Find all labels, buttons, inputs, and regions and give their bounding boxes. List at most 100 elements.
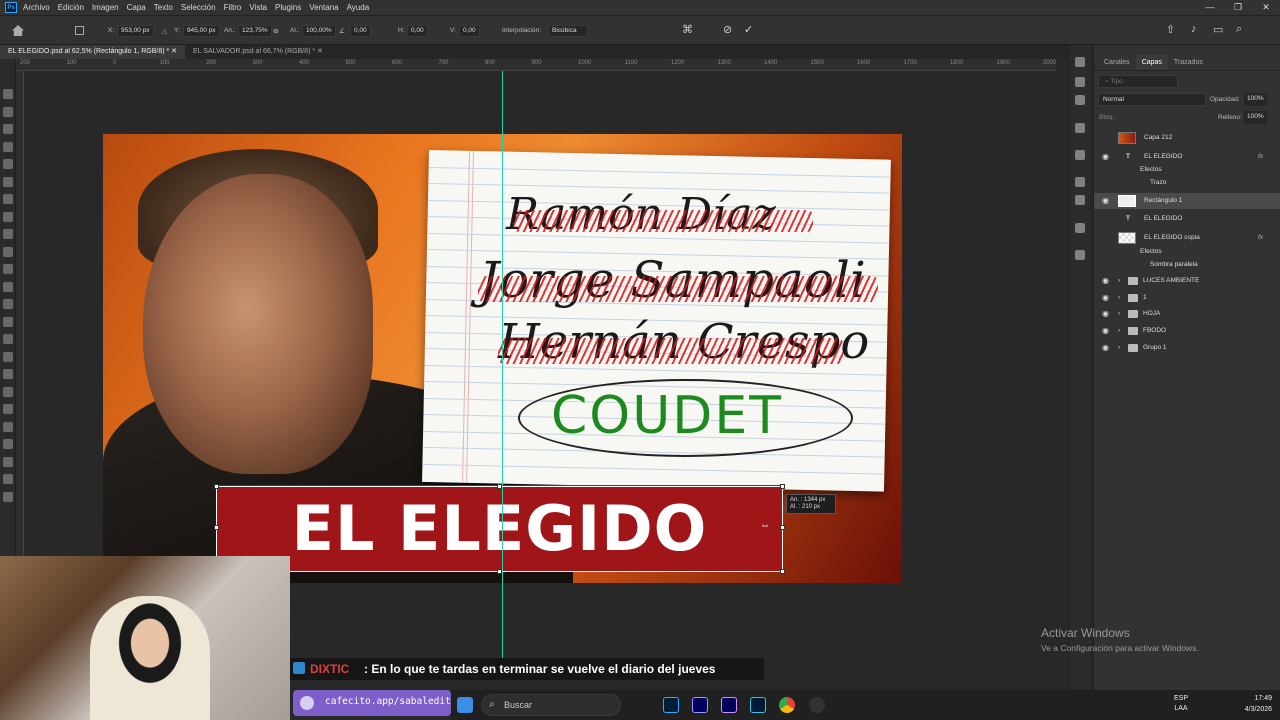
close-button[interactable]: ✕ [1252,0,1280,15]
menu-plugins[interactable]: Plugins [275,3,301,12]
after-effects-taskbar-icon[interactable] [721,697,737,713]
tool-icon[interactable] [3,456,13,467]
layer-filter-input[interactable]: ⌕ Tipo [1098,75,1178,88]
lightroom-taskbar-icon[interactable] [750,697,766,713]
panel-toggle-icon[interactable] [1075,77,1085,87]
layer-group-row[interactable]: ◉ › HOJA [1094,306,1280,322]
visibility-eye-icon[interactable]: ◉ [1102,193,1109,209]
tool-icon[interactable] [3,281,13,292]
menu-imagen[interactable]: Imagen [92,3,119,12]
chrome-taskbar-icon[interactable] [779,697,795,713]
chevron-right-icon[interactable]: › [1118,273,1120,289]
visibility-eye-icon[interactable]: ◉ [1102,273,1109,289]
x-field[interactable]: 953,00 px [117,25,154,37]
menu-vista[interactable]: Vista [249,3,267,12]
tool-icon[interactable] [3,246,13,257]
link-icon[interactable]: ⊖ [273,27,278,35]
tool-icon[interactable] [3,299,13,309]
interpolation-select[interactable]: Bicúbica [548,25,588,37]
menu-ayuda[interactable]: Ayuda [347,3,370,12]
taskbar-search[interactable]: ⌕ Buscar [481,694,621,716]
tool-icon[interactable] [3,176,13,187]
share-icon[interactable]: ⇧ [1166,23,1175,36]
tab-el-elegido[interactable]: EL ELEGIDO.psd al 62,5% (Rectángulo 1, R… [0,45,186,59]
hskew-field[interactable]: 0,00 [407,25,428,37]
premiere-taskbar-icon[interactable] [692,697,708,713]
panel-toggle-icon[interactable] [1075,123,1085,133]
minimize-button[interactable]: — [1196,0,1224,15]
cancel-transform-icon[interactable]: ⊘ [723,23,732,36]
tab-el-salvador[interactable]: EL SALVADOR.psd al 66,7% (RGB/8) * ✕ [185,45,331,59]
chevron-right-icon[interactable]: › [1118,290,1120,306]
opacity-field[interactable]: 100% [1244,93,1267,106]
tab-trazados[interactable]: Trazados [1168,55,1209,70]
tool-icon[interactable] [3,194,13,204]
language-indicator[interactable]: ESP LAA [1174,694,1188,714]
layer-row[interactable]: T EL ELEGIDO [1094,211,1280,227]
tool-icon[interactable] [3,369,13,379]
tool-icon[interactable] [3,334,13,344]
tool-icon[interactable] [3,159,13,169]
tool-icon[interactable] [3,141,13,152]
panel-toggle-icon[interactable] [1075,177,1085,187]
visibility-eye-icon[interactable]: ◉ [1102,306,1109,322]
close-icon[interactable]: ✕ [171,48,177,55]
panel-toggle-icon[interactable] [1075,250,1085,260]
commit-transform-icon[interactable]: ✓ [744,23,753,36]
panel-toggle-icon[interactable] [1075,57,1085,67]
guide-line[interactable] [502,71,503,661]
workspace-icon[interactable]: ▭ [1213,23,1223,36]
layer-row-selected[interactable]: ◉ Rectángulo 1 [1094,193,1280,209]
tab-capas[interactable]: Capas [1135,55,1168,70]
layer-group-row[interactable]: ◉ › Grupo 1 [1094,340,1280,356]
layer-row[interactable]: EL ELEGIDO copia fx [1094,230,1280,246]
y-field[interactable]: 945,00 px [183,25,220,37]
effect-row[interactable]: Sombra paralela [1094,258,1280,271]
tool-icon[interactable] [3,491,13,502]
layer-row[interactable]: Capa 212 [1094,130,1280,146]
app-taskbar-icon[interactable] [809,697,825,713]
tool-icon[interactable] [3,106,13,117]
tool-icon[interactable] [3,124,13,134]
menu-texto[interactable]: Texto [154,3,173,12]
tool-icon[interactable] [3,421,13,432]
height-field[interactable]: 100,00% [302,25,336,37]
tool-icon[interactable] [3,439,13,449]
reference-point-icon[interactable] [75,26,84,35]
panel-toggle-icon[interactable] [1075,223,1085,233]
fill-field[interactable]: 100% [1244,111,1267,124]
visibility-eye-icon[interactable]: ◉ [1102,323,1109,339]
panel-toggle-icon[interactable] [1075,95,1085,105]
layer-group-row[interactable]: ◉ › FBODO [1094,323,1280,339]
menu-capa[interactable]: Capa [127,3,146,12]
visibility-eye-icon[interactable]: ◉ [1102,290,1109,306]
tool-icon[interactable] [3,316,13,327]
blend-mode-select[interactable]: Normal [1098,93,1206,106]
search-icon[interactable]: ⌕ [1236,23,1242,36]
tool-icon[interactable] [3,386,13,397]
photoshop-taskbar-icon[interactable] [663,697,679,713]
home-icon[interactable] [12,25,24,36]
menu-seleccion[interactable]: Selección [181,3,216,12]
effects-row[interactable]: Efectos [1094,163,1280,176]
panel-toggle-icon[interactable] [1075,150,1085,160]
vskew-field[interactable]: 0,00 [459,25,480,37]
menu-ventana[interactable]: Ventana [309,3,338,12]
system-clock[interactable]: 17:49 4/3/2026 [1245,693,1272,715]
visibility-eye-icon[interactable]: ◉ [1102,340,1109,356]
menu-filtro[interactable]: Filtro [224,3,242,12]
layer-group-row[interactable]: ◉ › LUCES AMBIENTE [1094,273,1280,289]
chevron-right-icon[interactable]: › [1118,340,1120,356]
effects-row[interactable]: Efectos [1094,245,1280,258]
notifications-icon[interactable]: ♪ [1191,23,1197,35]
fx-icon[interactable]: fx [1258,230,1263,246]
angle-field[interactable]: 0,00 [350,25,371,37]
chevron-right-icon[interactable]: › [1118,323,1120,339]
chevron-right-icon[interactable]: › [1118,306,1120,322]
tool-icon[interactable] [3,229,13,239]
menu-edicion[interactable]: Edición [58,3,84,12]
tool-icon[interactable] [3,211,13,222]
layer-group-row[interactable]: ◉ › 1 [1094,290,1280,306]
warp-icon[interactable]: ⌘ [682,23,693,36]
maximize-button[interactable]: ❐ [1224,0,1252,15]
